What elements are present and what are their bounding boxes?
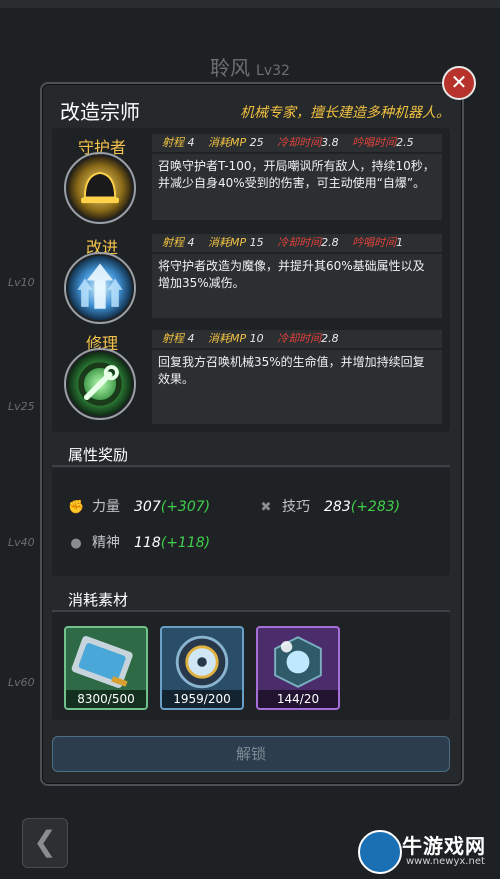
dialog-title: 改造宗师 xyxy=(60,100,140,124)
level-marker: Lv25 xyxy=(8,400,35,413)
fist-icon: ✊ xyxy=(68,500,85,515)
skill-repair: 修理 射程 4 消耗MP 10 冷却时间2.8 回复我方召唤机械35%的生命值，… xyxy=(52,324,450,424)
material-item[interactable]: 144/20 xyxy=(256,626,340,710)
section-divider xyxy=(52,465,450,467)
gear-core-icon xyxy=(175,635,229,689)
skill-stats: 射程 4 消耗MP 25 冷却时间3.8 吟唱时间2.5 xyxy=(152,134,442,152)
chevron-left-icon: ❮ xyxy=(33,825,57,858)
site-watermark: 牛游戏网 www.newyx.net xyxy=(358,826,498,876)
attributes-panel: ✊ 力量 307(+307) ✖ 技巧 283(+283) ● 精神 118(+118) xyxy=(52,468,450,576)
dialog-subtitle: 机械专家，擅长建造多种机器人。 xyxy=(240,105,450,121)
close-icon: ✕ xyxy=(450,70,468,94)
attributes-title: 属性奖励 xyxy=(68,446,129,464)
materials-title: 消耗素材 xyxy=(68,591,129,609)
skill-stats: 射程 4 消耗MP 10 冷却时间2.8 xyxy=(152,330,442,348)
energy-core-icon xyxy=(274,636,322,688)
material-count: 1959/200 xyxy=(162,690,242,708)
mind-icon: ● xyxy=(70,536,82,551)
wrench-repair-icon[interactable] xyxy=(64,348,136,420)
materials-panel: 8300/500 1959/200 144/20 xyxy=(52,612,450,720)
hero-level: Lv32 xyxy=(256,63,290,79)
back-button[interactable]: ❮ xyxy=(22,818,68,868)
skills-panel: 守护者 射程 4 消耗MP 25 冷却时间3.8 吟唱时间2.5 召唤守护者T-… xyxy=(52,128,450,432)
blueprint-chip-icon xyxy=(71,636,133,688)
crossed-tools-icon: ✖ xyxy=(260,500,272,515)
watermark-url: www.newyx.net xyxy=(406,856,485,867)
attribute-skill: ✖ 技巧 283(+283) xyxy=(258,496,401,516)
skill-description: 将守护者改造为魔像，并提升其60%基础属性以及增加35%减伤。 xyxy=(152,254,442,318)
mascot-logo-icon xyxy=(358,830,402,874)
skill-upgrade: 改进 射程 4 消耗MP 15 冷却时间2.8 吟唱时间1 将守护者改造为魔像，… xyxy=(52,228,450,328)
material-count: 144/20 xyxy=(258,690,338,708)
attribute-strength: ✊ 力量 307(+307) xyxy=(68,499,211,515)
skill-detail-dialog: 改造宗师 机械专家，擅长建造多种机器人。 守护者 射程 4 消耗MP 25 冷却… xyxy=(40,82,464,786)
level-marker: Lv60 xyxy=(8,676,35,689)
material-count: 8300/500 xyxy=(66,690,146,708)
dome-guardian-icon[interactable] xyxy=(64,152,136,224)
material-item[interactable]: 1959/200 xyxy=(160,626,244,710)
hero-name: 聆风 xyxy=(210,56,251,80)
level-marker: Lv10 xyxy=(8,276,35,289)
background-top-bar xyxy=(0,0,500,8)
close-button[interactable]: ✕ xyxy=(442,66,476,100)
attribute-spirit: ● 精神 118(+118) xyxy=(68,532,210,552)
skill-guardian: 守护者 射程 4 消耗MP 25 冷却时间3.8 吟唱时间2.5 召唤守护者T-… xyxy=(52,128,450,228)
skill-description: 召唤守护者T-100，开局嘲讽所有敌人，持续10秒，并减少自身40%受到的伤害，… xyxy=(152,154,442,220)
upgrade-arrows-icon[interactable] xyxy=(64,252,136,324)
level-marker: Lv40 xyxy=(8,536,35,549)
skill-stats: 射程 4 消耗MP 15 冷却时间2.8 吟唱时间1 xyxy=(152,234,442,252)
watermark-text: 牛游戏网 xyxy=(402,834,486,858)
material-item[interactable]: 8300/500 xyxy=(64,626,148,710)
skill-description: 回复我方召唤机械35%的生命值，并增加持续回复效果。 xyxy=(152,350,442,424)
background-hero-title: 聆风 Lv32 xyxy=(0,52,500,81)
unlock-button[interactable]: 解锁 xyxy=(52,736,450,772)
